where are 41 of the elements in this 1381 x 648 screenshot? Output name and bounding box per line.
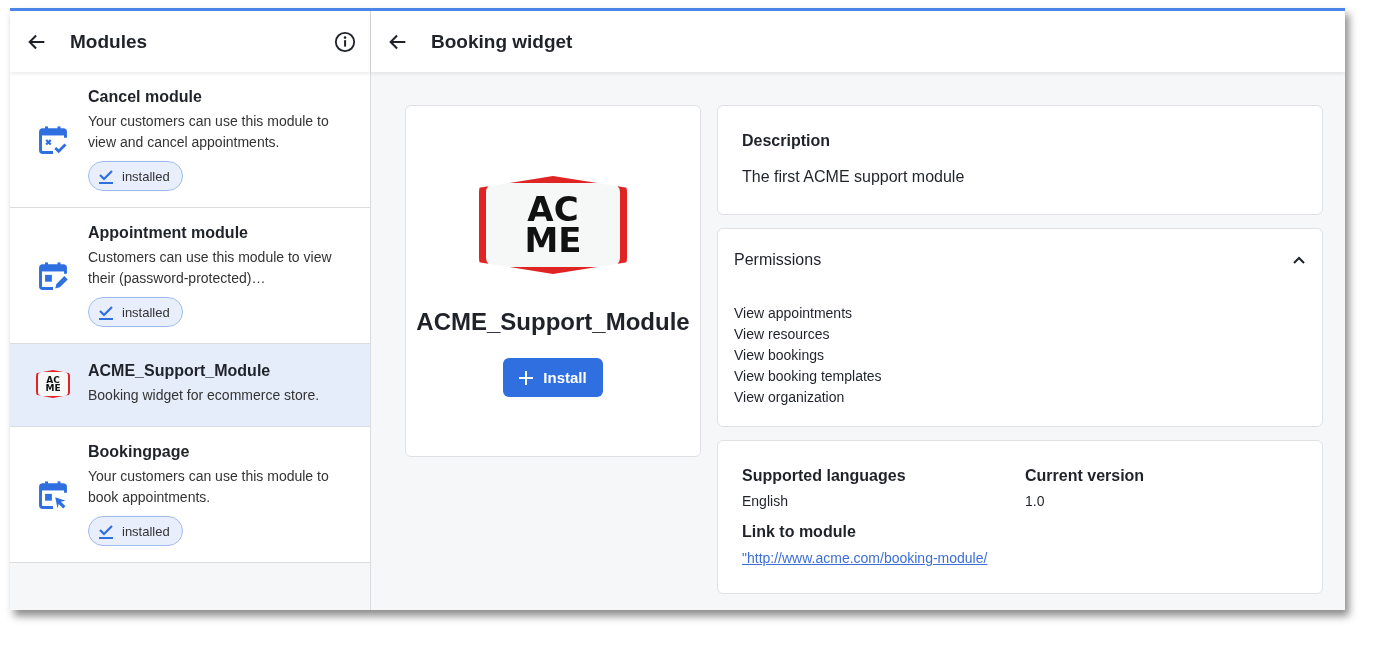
module-name: Appointment module	[88, 224, 249, 242]
permission-item: View booking templates	[734, 367, 883, 386]
panel-title: Modules	[70, 30, 149, 53]
module-list-item[interactable]: Cancel module Your customers can use this module to view and cancel appointments. installed	[10, 72, 370, 208]
field-value: 1.0	[1025, 493, 1046, 509]
module-list-item[interactable]: AC ME ACME_Support_Module Booking widget for ecommerce store.	[10, 344, 370, 427]
permission-item: View appointments	[734, 304, 854, 323]
module-name: Cancel module	[88, 88, 203, 106]
plus-icon	[519, 370, 534, 385]
check-icon	[98, 168, 114, 184]
module-description: Your customers can use this module to book appointments.	[88, 467, 330, 507]
info-icon[interactable]	[334, 30, 356, 53]
field-label: Supported languages	[742, 467, 907, 485]
module-name: Bookingpage	[88, 443, 191, 461]
section-heading: Description	[742, 132, 831, 150]
module-list-item[interactable]: Appointment module Customers can use this module to view their (password-protected)… installed	[10, 208, 370, 344]
field-value: English	[742, 493, 789, 509]
check-icon	[98, 523, 114, 539]
acme-logo: AC ME	[479, 176, 627, 274]
permission-item: View bookings	[734, 346, 826, 365]
module-description: Customers can use this module to view their (password-protected)…	[88, 248, 333, 288]
check-icon	[98, 304, 114, 320]
section-heading: Permissions	[734, 251, 822, 269]
module-name: ACME_Support_Module	[88, 362, 272, 380]
module-description: Booking widget for ecommerce store.	[88, 386, 321, 405]
permission-item: View organization	[734, 388, 846, 407]
badge-label: installed	[122, 304, 170, 320]
badge-label: installed	[122, 168, 170, 184]
field-label: Link to module	[742, 523, 857, 541]
acme-logo: AC ME	[36, 370, 70, 398]
module-description: Your customers can use this module to view and cancel appointments.	[88, 112, 330, 152]
module-link[interactable]: "http://www.acme.com/booking-module/	[742, 550, 988, 566]
field-label: Current version	[1025, 467, 1146, 485]
page-title: Booking widget	[431, 30, 574, 53]
chevron-icon[interactable]	[1292, 255, 1306, 265]
description-text: The first ACME support module	[742, 168, 966, 186]
badge-label: installed	[122, 523, 170, 539]
install-button[interactable]: Install	[503, 358, 603, 397]
module-list-item[interactable]: Bookingpage Your customers can use this module to book appointments. installed	[10, 427, 370, 563]
permission-item: View resources	[734, 325, 831, 344]
module-title: ACME_Support_Module	[416, 308, 690, 336]
